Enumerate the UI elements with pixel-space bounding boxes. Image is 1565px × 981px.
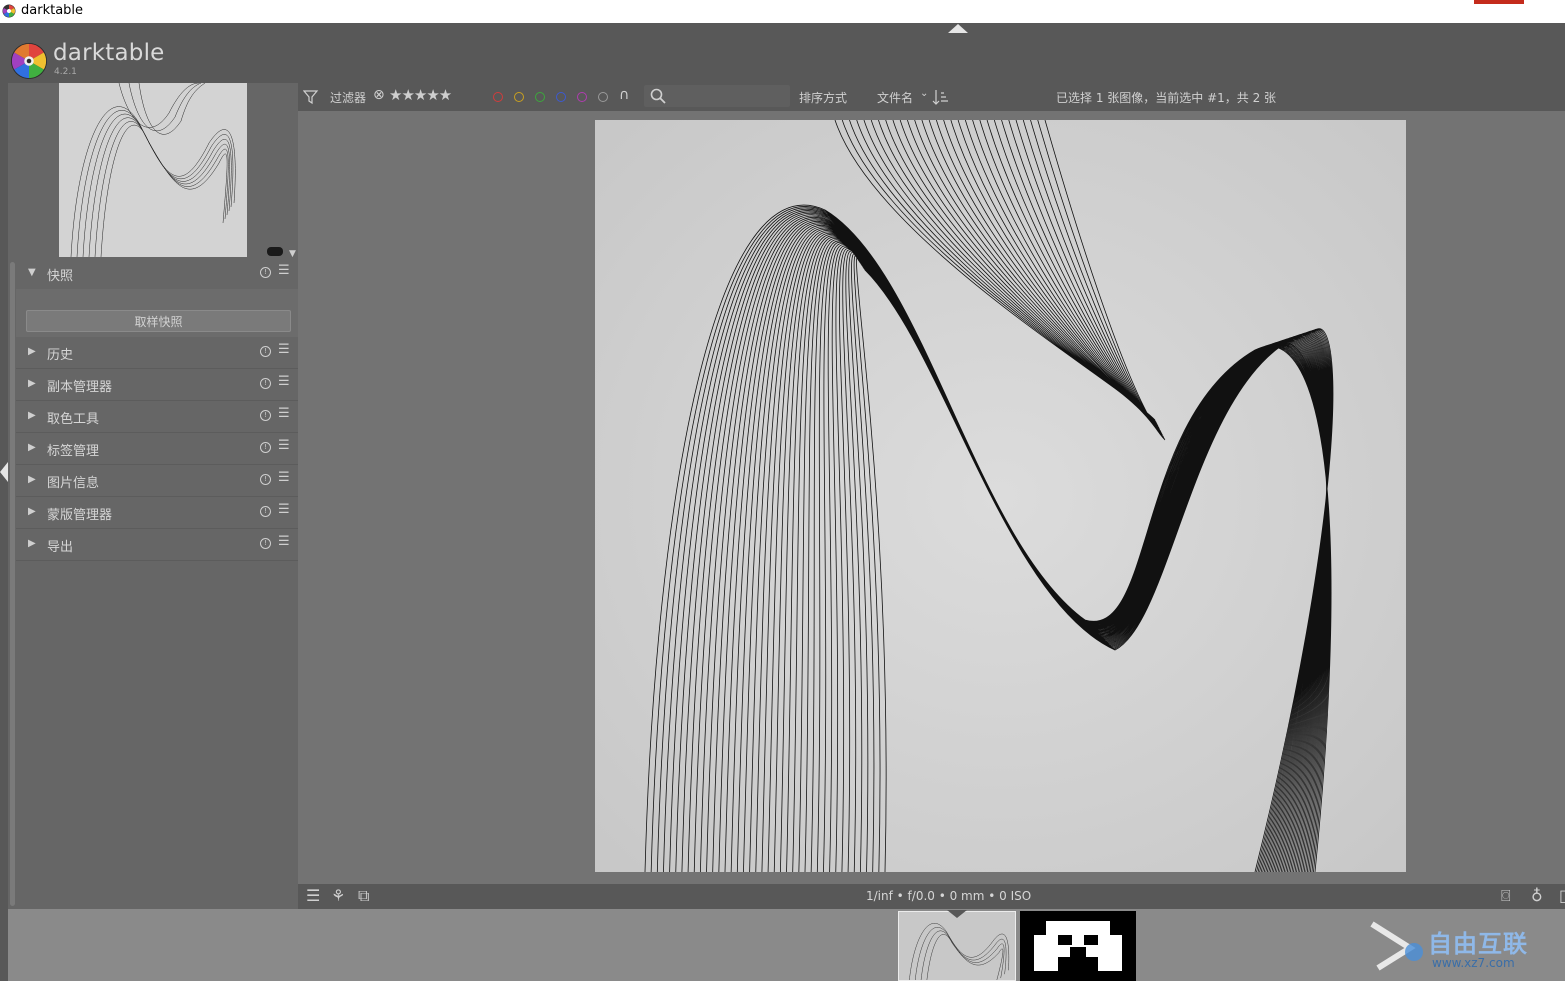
presets-icon[interactable]: ☰: [278, 406, 290, 421]
top-panel-toggle[interactable]: [948, 24, 968, 33]
expand-arrow-icon: ▶: [28, 346, 36, 357]
take-snapshot-button[interactable]: 取样快照: [26, 310, 291, 332]
second-window-icon[interactable]: ⧉: [358, 886, 369, 906]
module-image-info-header[interactable]: ▶ 图片信息 ! ☰: [16, 465, 298, 497]
presets-icon[interactable]: ☰: [278, 342, 290, 357]
window-close-button[interactable]: [1474, 0, 1524, 4]
filter-bar: 过滤器 ⊗ ★★★★★ ∩ 排序方式 文件名 ⌄ 已选择 1 张图像，当前选中 …: [298, 83, 1565, 111]
presets-icon[interactable]: ☰: [278, 534, 290, 549]
reset-icon[interactable]: !: [260, 506, 271, 517]
expand-arrow-icon: ▶: [28, 474, 36, 485]
color-label-red-icon[interactable]: [493, 92, 503, 102]
reject-icon[interactable]: ⊗: [373, 87, 385, 103]
reset-icon[interactable]: !: [260, 378, 271, 389]
presets-icon[interactable]: ☰: [278, 438, 290, 453]
window-titlebar: darktable: [0, 0, 1565, 23]
module-tagging-header[interactable]: ▶ 标签管理 ! ☰: [16, 433, 298, 465]
main-image-preview[interactable]: [595, 120, 1406, 872]
presets-icon[interactable]: ☰: [278, 374, 290, 389]
module-label: 标签管理: [47, 444, 100, 459]
sort-label: 排序方式: [799, 91, 848, 105]
star-rating-filter[interactable]: ★★★★★: [389, 86, 452, 104]
right-panel-icon[interactable]: ▯: [1559, 886, 1565, 905]
window-title: darktable: [21, 3, 84, 18]
darktable-app-icon: [2, 4, 16, 18]
module-label: 取色工具: [47, 412, 100, 427]
color-label-green-icon[interactable]: [535, 92, 545, 102]
reset-icon[interactable]: !: [260, 267, 271, 278]
presets-icon[interactable]: ☰: [278, 502, 290, 517]
watermark-logo-icon: [1370, 921, 1423, 971]
darktable-logo: [10, 42, 48, 80]
brand-name: darktable: [53, 40, 165, 66]
filmstrip-thumbnail-2[interactable]: [1020, 911, 1136, 981]
selection-status: 已选择 1 张图像，当前选中 #1，共 2 张: [1056, 91, 1277, 105]
current-image-marker: [947, 910, 967, 918]
search-icon: [650, 88, 666, 104]
filter-icon[interactable]: [303, 89, 319, 105]
module-label: 导出: [47, 540, 74, 555]
module-export-header[interactable]: ▶ 导出 ! ☰: [16, 529, 298, 561]
chevron-down-icon[interactable]: ⌄: [920, 88, 928, 99]
navigation-preview[interactable]: [59, 83, 247, 257]
reset-icon[interactable]: !: [260, 410, 271, 421]
reset-icon[interactable]: !: [260, 474, 271, 485]
hamburger-menu-icon[interactable]: ☰: [306, 886, 320, 905]
expand-arrow-icon: ▶: [28, 442, 36, 453]
site-watermark: 自由互联 www.xz7.com: [1370, 918, 1560, 976]
reset-icon[interactable]: !: [260, 346, 271, 357]
header-bar: [0, 23, 1565, 83]
expand-arrow-icon: ▶: [28, 378, 36, 389]
color-label-gray-icon[interactable]: [598, 92, 608, 102]
filmstrip-thumbnail-1[interactable]: [898, 911, 1016, 981]
watermark-text: 自由互联: [1428, 930, 1528, 958]
expand-arrow-icon: ▶: [28, 506, 36, 517]
module-label: 蒙版管理器: [47, 508, 113, 523]
expand-arrow-icon: ▶: [28, 410, 36, 421]
color-label-purple-icon[interactable]: [577, 92, 587, 102]
left-panel-toggle[interactable]: [0, 462, 8, 482]
module-label: 历史: [47, 348, 74, 363]
sort-order-icon[interactable]: [932, 88, 950, 106]
color-label-yellow-icon[interactable]: [514, 92, 524, 102]
module-history-header[interactable]: ▶ 历史 ! ☰: [16, 337, 298, 369]
brand-version: 4.2.1: [54, 67, 77, 77]
exif-info: 1/inf • f/0.0 • 0 mm • 0 ISO: [866, 889, 1032, 903]
and-operator-icon[interactable]: ∩: [619, 87, 629, 103]
presets-icon[interactable]: ☰: [278, 470, 290, 485]
module-snapshots-label: 快照: [47, 269, 74, 284]
watermark-url: www.xz7.com: [1432, 956, 1515, 970]
module-mask-manager-header[interactable]: ▶ 蒙版管理器 ! ☰: [16, 497, 298, 529]
bulb-icon[interactable]: ♁: [1531, 886, 1543, 905]
reset-icon[interactable]: !: [260, 538, 271, 549]
left-panel-scrollbar[interactable]: [10, 262, 15, 906]
thumbnail-toggle-button[interactable]: [267, 247, 283, 256]
filmstrip: [8, 909, 1565, 981]
presets-icon[interactable]: ☰: [278, 263, 290, 278]
color-label-blue-icon[interactable]: [556, 92, 566, 102]
module-snapshots-header[interactable]: ▼ 快照 ! ☰: [16, 258, 298, 290]
reset-icon[interactable]: !: [260, 442, 271, 453]
focus-peaking-icon[interactable]: ⌼: [1501, 886, 1511, 906]
expand-arrow-icon: ▶: [28, 538, 36, 549]
module-color-picker-header[interactable]: ▶ 取色工具 ! ☰: [16, 401, 298, 433]
styles-icon[interactable]: ⚘: [331, 886, 345, 905]
module-label: 图片信息: [47, 476, 100, 491]
collapse-arrow-icon: ▼: [28, 267, 36, 278]
search-input[interactable]: [644, 85, 790, 107]
filter-label[interactable]: 过滤器: [330, 89, 366, 106]
module-label: 副本管理器: [47, 380, 113, 395]
module-duplicate-manager-header[interactable]: ▶ 副本管理器 ! ☰: [16, 369, 298, 401]
sort-field-select[interactable]: 文件名: [877, 89, 913, 106]
